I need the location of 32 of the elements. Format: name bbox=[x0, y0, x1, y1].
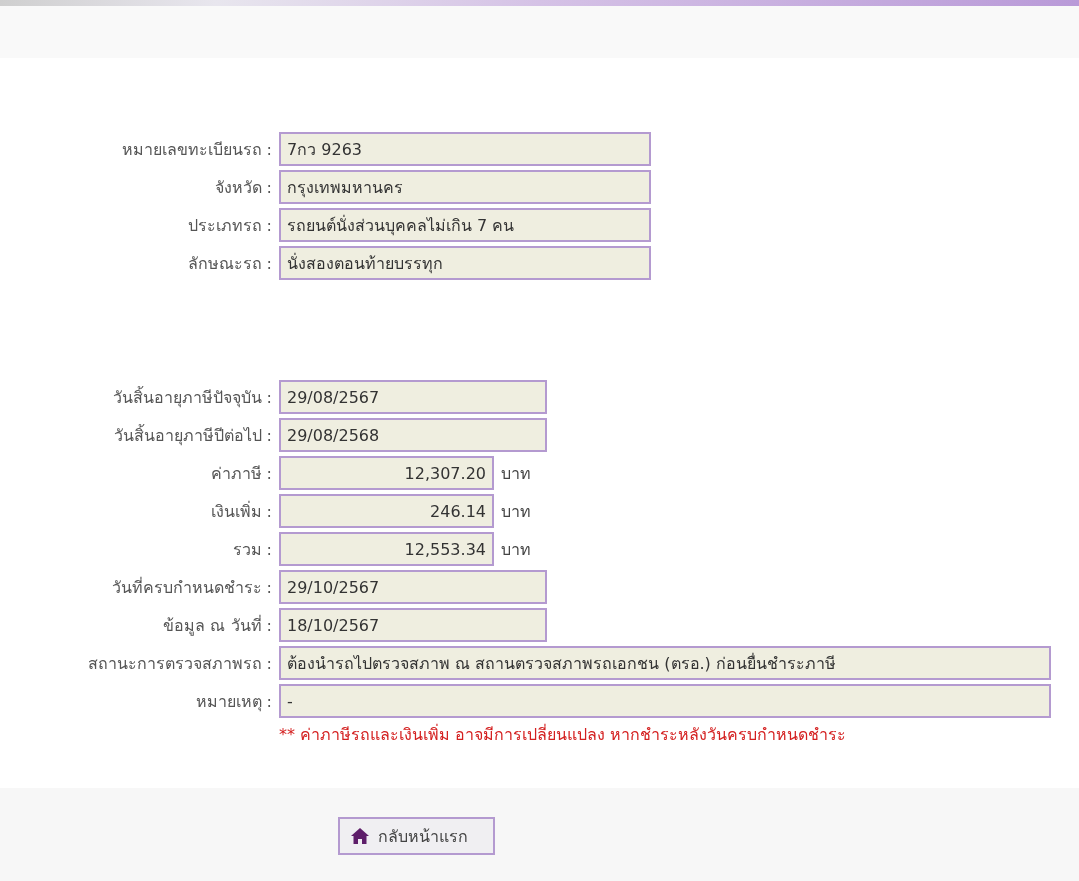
field-label: ค่าภาษี : bbox=[209, 462, 272, 485]
readonly-field: รถยนต์นั่งส่วนบุคคลไม่เกิน 7 คน bbox=[279, 208, 651, 242]
readonly-field: 18/10/2567 bbox=[279, 608, 547, 642]
home-button[interactable]: กลับหน้าแรก bbox=[338, 817, 495, 855]
unit-label: บาท bbox=[501, 538, 531, 561]
readonly-field: 12,553.34 bbox=[279, 532, 494, 566]
home-icon bbox=[350, 827, 370, 845]
readonly-field: 29/10/2567 bbox=[279, 570, 547, 604]
readonly-field: ต้องนำรถไปตรวจสภาพ ณ สถานตรวจสภาพรถเอกชน (ตรอ.) ก่อนยื่นชำระภาษี bbox=[279, 646, 1051, 680]
field-label: สถานะการตรวจสภาพรถ : bbox=[86, 652, 272, 675]
field-label: ลักษณะรถ : bbox=[186, 252, 272, 275]
readonly-field: 7กว 9263 bbox=[279, 132, 651, 166]
field-label: วันสิ้นอายุภาษีปีต่อไป : bbox=[112, 423, 272, 448]
field-label: วันที่ครบกำหนดชำระ : bbox=[110, 576, 272, 599]
readonly-field: 246.14 bbox=[279, 494, 494, 528]
readonly-field: 29/08/2567 bbox=[279, 380, 547, 414]
unit-label: บาท bbox=[501, 500, 531, 523]
readonly-field: 29/08/2568 bbox=[279, 418, 547, 452]
readonly-field: นั่งสองตอนท้ายบรรทุก bbox=[279, 246, 651, 280]
field-label: ประเภทรถ : bbox=[186, 214, 272, 237]
readonly-field: กรุงเทพมหานคร bbox=[279, 170, 651, 204]
readonly-field: 12,307.20 bbox=[279, 456, 494, 490]
field-label: รวม : bbox=[231, 538, 272, 561]
field-label: วันสิ้นอายุภาษีปัจจุบัน : bbox=[111, 385, 272, 410]
unit-label: บาท bbox=[501, 462, 531, 485]
field-label: เงินเพิ่ม : bbox=[209, 500, 272, 523]
field-label: ข้อมูล ณ วันที่ : bbox=[162, 614, 272, 638]
readonly-field: - bbox=[279, 684, 1051, 718]
field-label: หมายเลขทะเบียนรถ : bbox=[120, 138, 272, 161]
warning-text: ** ค่าภาษีรถและเงินเพิ่ม อาจมีการเปลี่ยนแปลง หากชำระหลังวันครบกำหนดชำระ bbox=[279, 723, 847, 746]
field-label: จังหวัด : bbox=[213, 176, 272, 199]
field-label: หมายเหตุ : bbox=[194, 690, 272, 714]
